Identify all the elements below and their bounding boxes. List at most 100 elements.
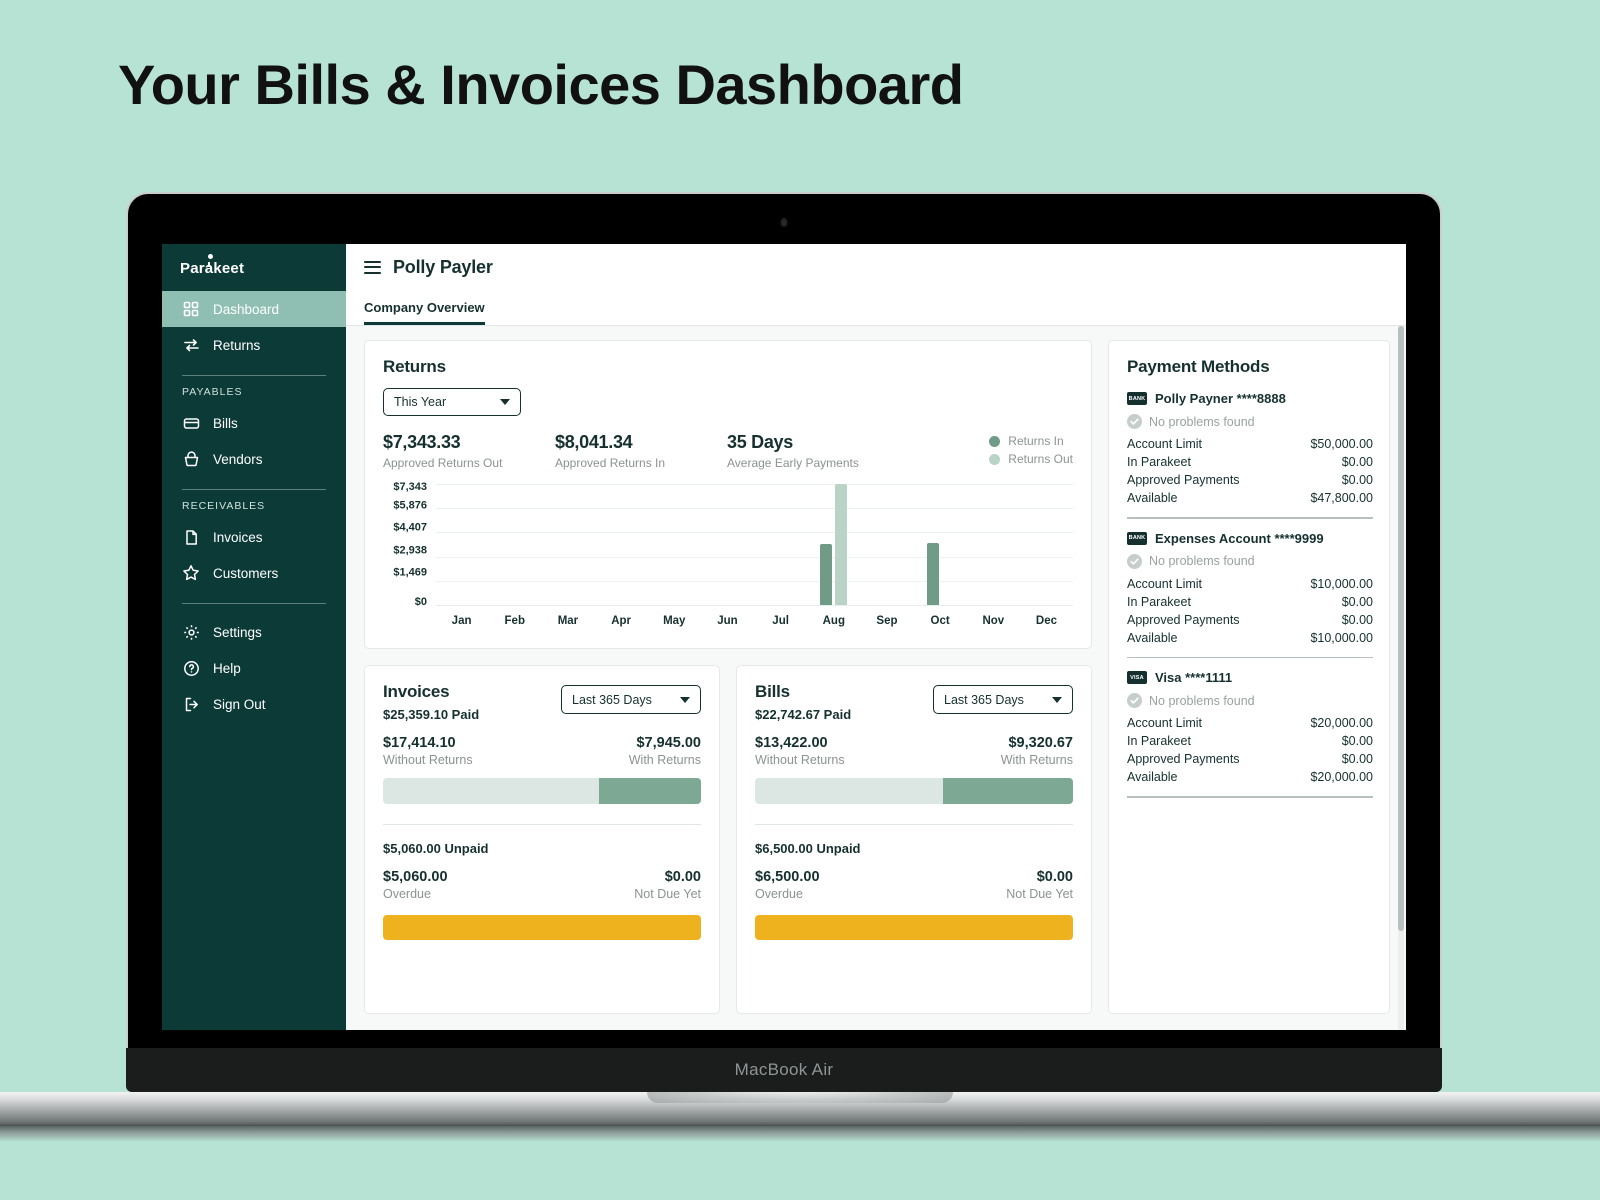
- invoices-range-select[interactable]: Last 365 Days: [561, 685, 701, 714]
- hamburger-icon[interactable]: [364, 260, 381, 274]
- payment-method-divider: [1127, 656, 1373, 658]
- sidebar-item-label: Vendors: [213, 451, 263, 467]
- tabbar: Company Overview: [346, 290, 1406, 326]
- sidebar-item-dashboard[interactable]: Dashboard: [162, 291, 346, 327]
- sidebar-item-bills[interactable]: Bills: [162, 405, 346, 441]
- sidebar-item-sign-out[interactable]: Sign Out: [162, 686, 346, 722]
- sidebar: Parakeet Dashboard Returns PAYABLES Bill…: [162, 244, 346, 1030]
- split-value: $5,060.00: [383, 869, 448, 885]
- chart-y-tick: $7,343: [393, 481, 427, 493]
- payment-method-row-label: Account Limit: [1127, 716, 1203, 730]
- check-circle-icon: [1127, 414, 1142, 429]
- content-scrollbar[interactable]: [1398, 326, 1404, 1030]
- payment-method-name-row: BANK Polly Payner ****8888: [1127, 391, 1373, 406]
- returns-period-select[interactable]: This Year: [383, 388, 521, 416]
- device-label: MacBook Air: [734, 1060, 834, 1079]
- main-area: Polly Payler Company Overview Returns Th…: [346, 244, 1406, 1030]
- tab-company-overview[interactable]: Company Overview: [364, 300, 485, 325]
- payment-method-row-value: $0.00: [1341, 594, 1373, 609]
- payment-method-row: Approved Payments $0.00: [1127, 471, 1373, 489]
- page-title: Your Bills & Invoices Dashboard: [118, 53, 964, 116]
- parakeet-logo-stem-icon: [208, 262, 210, 267]
- invoices-title: Invoices: [383, 682, 450, 701]
- invoices-with-returns: $7,945.00 With Returns: [629, 735, 701, 767]
- bills-range-select[interactable]: Last 365 Days: [933, 685, 1073, 714]
- chart-bars: [435, 484, 1073, 605]
- split-label: With Returns: [628, 753, 701, 767]
- bills-progress-fill: [942, 778, 1073, 804]
- question-circle-icon: [182, 659, 200, 677]
- chart-x-tick: Apr: [611, 615, 631, 627]
- payment-method-name: Visa ****1111: [1155, 670, 1233, 685]
- chart-y-tick: $0: [414, 595, 427, 608]
- bank-card-icon: BANK: [1127, 392, 1147, 405]
- payment-method-row: In Parakeet $0.00: [1127, 732, 1373, 750]
- split-value: $7,945.00: [636, 735, 701, 751]
- split-value: $17,414.10: [383, 735, 456, 751]
- sidebar-item-vendors[interactable]: Vendors: [162, 441, 346, 477]
- payment-method-item[interactable]: VISA Visa ****1111 No problems found Accoun…: [1127, 670, 1373, 798]
- payment-method-rows: Account Limit $10,000.00 In Parakeet $0.00 A…: [1127, 575, 1373, 647]
- payment-method-name-row: VISA Visa ****1111: [1127, 670, 1373, 685]
- bills-action-bar[interactable]: [755, 915, 1073, 940]
- bills-range-value: Last 365 Days: [944, 692, 1024, 707]
- sidebar-item-help[interactable]: Help: [162, 650, 346, 686]
- chart-x-tick: Feb: [504, 615, 525, 627]
- sign-out-icon: [182, 695, 200, 713]
- payment-method-row-label: Account Limit: [1127, 576, 1203, 591]
- bills-header-text: Bills $22,742.67 Paid: [755, 682, 851, 722]
- sidebar-item-settings[interactable]: Settings: [162, 614, 346, 650]
- chart-y-tick: $4,407: [393, 521, 427, 534]
- legend-label: Returns In: [1008, 434, 1064, 448]
- invoices-not-due: $0.00 Not Due Yet: [634, 869, 701, 901]
- chart-x-tick: Jul: [772, 615, 789, 627]
- chart-bar: [926, 543, 939, 605]
- sidebar-item-label: Settings: [213, 624, 262, 640]
- sidebar-item-invoices[interactable]: Invoices: [162, 519, 346, 555]
- payment-method-item[interactable]: BANK Expenses Account ****9999 No problems…: [1127, 531, 1373, 658]
- invoices-action-bar[interactable]: [383, 915, 701, 940]
- chart-bar-group: [807, 484, 860, 605]
- payment-method-row-value: $0.00: [1341, 752, 1373, 766]
- laptop-notch: [647, 1092, 953, 1103]
- payment-method-name-row: BANK Expenses Account ****9999: [1127, 531, 1373, 546]
- split-label: Overdue: [755, 887, 803, 901]
- returns-title: Returns: [383, 357, 446, 376]
- exchange-arrows-icon: [182, 336, 200, 354]
- topbar-title: Polly Payler: [393, 256, 493, 277]
- invoices-progress-fill: [599, 778, 701, 804]
- chart-y-tick: $1,469: [393, 566, 427, 579]
- payment-method-name: Expenses Account ****9999: [1155, 530, 1324, 546]
- invoices-paid-summary: $25,359.10 Paid: [383, 707, 480, 722]
- payment-method-row-label: Approved Payments: [1127, 612, 1240, 627]
- content-area: Returns This Year $7,343.33 Approved Ret…: [346, 326, 1406, 1030]
- stat-value: 35 Days: [727, 432, 793, 452]
- chart-bar-group: [754, 484, 807, 605]
- gear-icon: [182, 623, 200, 641]
- document-icon: [182, 528, 200, 546]
- parakeet-logo-dot-icon: [208, 254, 213, 259]
- check-circle-icon: [1127, 553, 1142, 569]
- stat-value: $7,343.33: [383, 432, 461, 452]
- brand: Parakeet: [162, 244, 346, 291]
- legend-label: Returns Out: [1008, 452, 1073, 466]
- payment-method-row-value: $0.00: [1341, 734, 1373, 748]
- chart-legend: Returns In Returns Out: [989, 432, 1073, 466]
- scrollbar-thumb[interactable]: [1398, 326, 1404, 932]
- sidebar-item-customers[interactable]: Customers: [162, 555, 346, 591]
- summary-cards-row: Invoices $25,359.10 Paid Last 365 Days $…: [364, 665, 1092, 1014]
- chart-x-tick: Dec: [1035, 615, 1058, 627]
- split-label: Overdue: [383, 887, 431, 901]
- payment-method-row-label: Approved Payments: [1127, 473, 1240, 487]
- legend-dot-icon: [989, 435, 1001, 447]
- stat-approved-returns-out: $7,343.33 Approved Returns Out: [383, 432, 555, 470]
- payment-method-name: Polly Payner ****8888: [1155, 391, 1286, 406]
- payment-method-status-label: No problems found: [1149, 693, 1255, 708]
- payment-method-row: Account Limit $10,000.00: [1127, 575, 1373, 593]
- sidebar-item-returns[interactable]: Returns: [162, 327, 346, 363]
- legend-item-returns-out: Returns Out: [989, 452, 1073, 466]
- split-value: $13,422.00: [755, 735, 828, 751]
- payment-method-divider: [1127, 517, 1373, 519]
- laptop-mockup: Parakeet Dashboard Returns PAYABLES Bill…: [126, 192, 1442, 1052]
- payment-method-item[interactable]: BANK Polly Payner ****8888 No problems fou…: [1127, 391, 1373, 519]
